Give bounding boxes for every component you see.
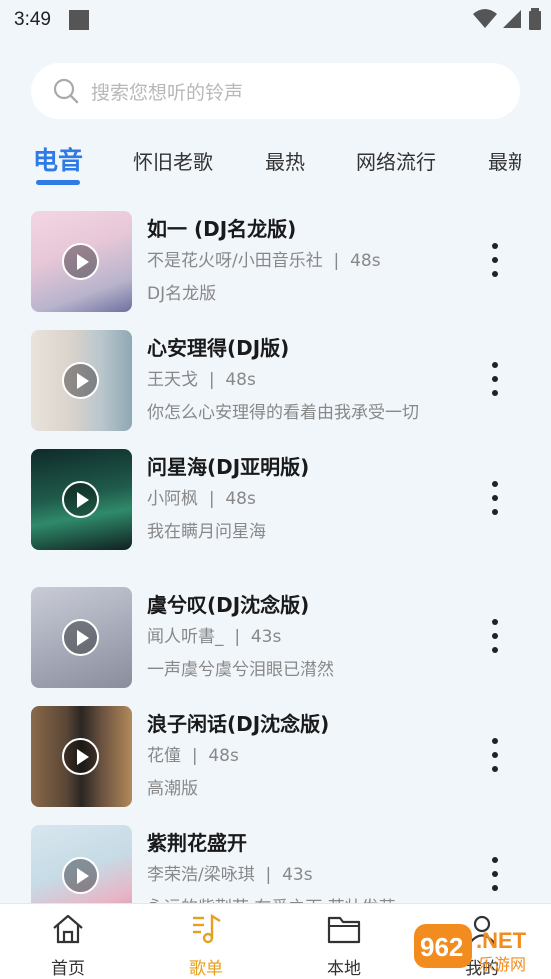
- separator: |: [234, 627, 241, 647]
- song-meta: 不是花火呀/小田音乐社 | 48s: [147, 246, 381, 271]
- battery-icon: [529, 8, 541, 30]
- wifi-icon: [473, 9, 497, 28]
- play-icon: [62, 619, 99, 656]
- song-title: 浪子闲话(DJ沈念版): [147, 712, 330, 736]
- song-artist: 闻人听書_: [147, 627, 224, 647]
- song-artist: 王天戈: [147, 370, 198, 390]
- watermark-logo: 962 .NET 乐游网: [414, 924, 527, 974]
- song-item[interactable]: 如一 (DJ名龙版) 不是花火呀/小田音乐社 | 48s DJ名龙版: [0, 211, 551, 315]
- play-button[interactable]: [31, 330, 132, 431]
- nav-playlist-label: 歌单: [189, 959, 223, 979]
- play-button[interactable]: [31, 211, 132, 312]
- search-placeholder: 搜索您想听的铃声: [91, 81, 244, 104]
- play-button[interactable]: [31, 587, 132, 688]
- music-note-icon: [193, 913, 221, 944]
- song-artist: 花僮: [147, 746, 181, 766]
- song-item[interactable]: 问星海(DJ亚明版) 小阿枫 | 48s 我在瞒月问星海: [0, 449, 551, 553]
- play-button[interactable]: [31, 706, 132, 807]
- tab-active-indicator: [36, 180, 80, 185]
- song-title: 心安理得(DJ版): [147, 336, 290, 360]
- more-options-icon[interactable]: [489, 857, 501, 897]
- song-title: 紫荆花盛开: [147, 831, 247, 855]
- status-icons: [473, 8, 541, 30]
- tab-internet-pop[interactable]: 网络流行: [356, 146, 436, 175]
- svg-text:.NET: .NET: [476, 928, 527, 953]
- song-item[interactable]: 心安理得(DJ版) 王天戈 | 48s 你怎么心安理得的看着由我承受一切: [0, 330, 551, 434]
- song-subtitle: 我在瞒月问星海: [147, 522, 266, 542]
- nav-local-label: 本地: [327, 959, 361, 979]
- song-meta: 王天戈 | 48s: [147, 365, 256, 390]
- play-icon: [62, 243, 99, 280]
- song-duration: 48s: [225, 370, 256, 390]
- svg-text:乐游网: 乐游网: [478, 955, 526, 974]
- song-duration: 43s: [282, 865, 313, 885]
- song-duration: 48s: [208, 746, 239, 766]
- tab-newest[interactable]: 最新: [488, 146, 521, 175]
- play-icon: [62, 738, 99, 775]
- separator: |: [333, 251, 340, 271]
- play-button[interactable]: [31, 449, 132, 550]
- song-subtitle: 你怎么心安理得的看着由我承受一切: [147, 403, 419, 423]
- separator: |: [208, 489, 215, 509]
- home-icon: [53, 914, 83, 944]
- separator: |: [191, 746, 198, 766]
- tab-oldies[interactable]: 怀旧老歌: [133, 146, 213, 175]
- more-options-icon[interactable]: [489, 619, 501, 659]
- song-meta: 闻人听書_ | 43s: [147, 622, 281, 647]
- folder-icon: [327, 916, 361, 944]
- song-duration: 43s: [250, 627, 282, 647]
- separator: |: [265, 865, 272, 885]
- song-meta: 花僮 | 48s: [147, 741, 239, 766]
- play-icon: [62, 362, 99, 399]
- search-input[interactable]: 搜索您想听的铃声: [31, 63, 520, 119]
- nav-playlist[interactable]: 歌单: [166, 912, 246, 979]
- status-bar: 3:49: [0, 0, 551, 40]
- more-options-icon[interactable]: [489, 362, 501, 402]
- song-subtitle: DJ名龙版: [147, 284, 217, 304]
- song-subtitle: 高潮版: [147, 779, 198, 799]
- song-meta: 小阿枫 | 48s: [147, 484, 256, 509]
- song-meta: 李荣浩/梁咏琪 | 43s: [147, 860, 313, 885]
- play-icon: [62, 481, 99, 518]
- song-artist: 李荣浩/梁咏琪: [147, 865, 255, 885]
- nav-home-label: 首页: [51, 959, 85, 979]
- tab-hottest[interactable]: 最热: [265, 146, 305, 175]
- tab-electronic[interactable]: 电音: [33, 141, 83, 177]
- more-options-icon[interactable]: [489, 738, 501, 778]
- separator: |: [208, 370, 215, 390]
- song-title: 虞兮叹(DJ沈念版): [147, 593, 310, 617]
- status-time: 3:49: [14, 9, 51, 30]
- song-artist: 小阿枫: [147, 489, 198, 509]
- song-duration: 48s: [225, 489, 256, 509]
- song-title: 如一 (DJ名龙版): [147, 217, 297, 241]
- nav-home[interactable]: 首页: [28, 912, 108, 979]
- song-subtitle: 一声虞兮虞兮泪眼已潸然: [147, 660, 334, 680]
- song-item[interactable]: 虞兮叹(DJ沈念版) 闻人听書_ | 43s 一声虞兮虞兮泪眼已潸然: [0, 587, 551, 691]
- song-duration: 48s: [350, 251, 381, 271]
- nav-local[interactable]: 本地: [304, 912, 384, 979]
- song-artist: 不是花火呀/小田音乐社: [147, 251, 323, 271]
- svg-text:962: 962: [420, 932, 463, 962]
- signal-icon: [503, 10, 521, 28]
- notification-icon: [68, 10, 89, 30]
- more-options-icon[interactable]: [489, 481, 501, 521]
- search-icon: [53, 78, 79, 104]
- song-title: 问星海(DJ亚明版): [147, 455, 310, 479]
- song-item[interactable]: 浪子闲话(DJ沈念版) 花僮 | 48s 高潮版: [0, 706, 551, 810]
- play-icon: [62, 857, 99, 894]
- more-options-icon[interactable]: [489, 243, 501, 283]
